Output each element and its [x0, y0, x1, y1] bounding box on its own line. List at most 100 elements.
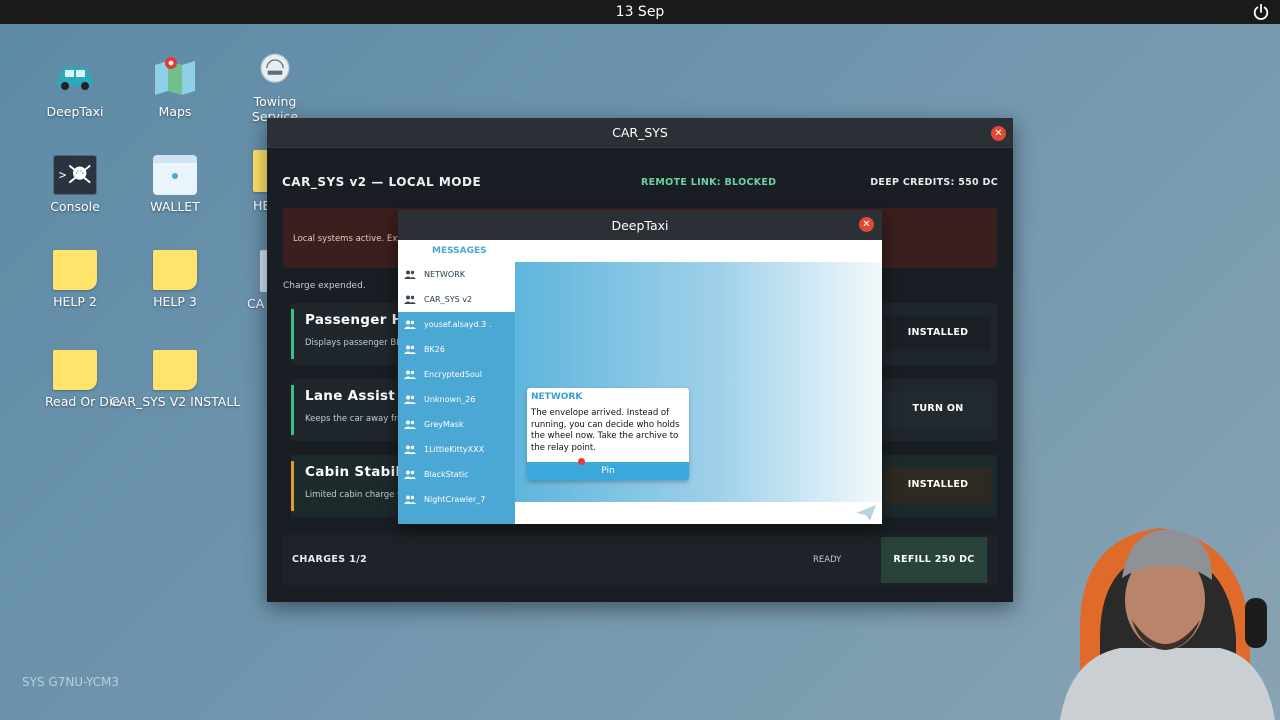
charge-status: Charge expended.: [283, 281, 366, 291]
close-icon[interactable]: ✕: [991, 126, 1006, 141]
module-accent-bar: [291, 385, 294, 435]
desktop-icon-console[interactable]: > Console: [25, 155, 125, 214]
desktop-icon-label: HELP 3: [153, 294, 197, 309]
contact-item[interactable]: BlackStatic: [398, 462, 515, 487]
car-sys-footer: CHARGES 1/2 READY REFILL 250 DC: [283, 535, 997, 585]
note-icon: [53, 250, 97, 290]
module-description: Displays passenger BF: [305, 338, 402, 348]
group-icon: [404, 395, 416, 404]
contact-name: yousef.alsayd.3 .: [424, 320, 492, 329]
contact-name: Unknown_26: [424, 395, 476, 404]
desktop-icon-label: Maps: [158, 104, 192, 119]
desktop-icon-label: DeepTaxi: [46, 104, 104, 119]
contact-name: BlackStatic: [424, 470, 469, 479]
group-icon: [404, 495, 416, 504]
contacts-sidebar: MESSAGES NETWORK CAR_SYS v2 yousef.alsayd.…: [398, 240, 515, 524]
module-accent-bar: [291, 461, 294, 511]
group-icon: [404, 420, 416, 429]
deeptaxi-titlebar[interactable]: DeepTaxi: [398, 210, 882, 240]
contact-item[interactable]: NETWORK: [398, 262, 515, 287]
taxi-icon: [57, 67, 93, 90]
module-description: Limited cabin charge t: [305, 490, 401, 500]
contact-item[interactable]: GreyMask: [398, 412, 515, 437]
contact-list: NETWORK CAR_SYS v2 yousef.alsayd.3 . BK26 En…: [398, 262, 515, 512]
ready-status: READY: [813, 555, 842, 565]
car-sys-heading: CAR_SYS v2 — LOCAL MODE: [282, 175, 482, 189]
messages-tab[interactable]: MESSAGES: [398, 240, 515, 262]
svg-text:>: >: [59, 168, 66, 182]
group-icon: [404, 445, 416, 454]
group-icon: [404, 270, 416, 279]
group-icon: [404, 370, 416, 379]
contact-item[interactable]: yousef.alsayd.3 .: [398, 312, 515, 337]
pin-icon: [578, 458, 585, 465]
charges-count: CHARGES 1/2: [292, 554, 368, 565]
contact-item[interactable]: Unknown_26: [398, 387, 515, 412]
contact-name: BK26: [424, 345, 445, 354]
deep-credits: DEEP CREDITS: 550 DC: [870, 177, 998, 188]
desktop-icon-deeptaxi[interactable]: DeepTaxi: [25, 56, 125, 119]
desktop-icon-help-2[interactable]: HELP 2: [25, 250, 125, 309]
desktop-icon-label-line1: Towing: [253, 94, 297, 109]
desktop-icon-wallet[interactable]: WALLET: [125, 155, 225, 214]
contact-item[interactable]: 1LittleKittyXXX: [398, 437, 515, 462]
desktop-icon-label: HE: [253, 198, 271, 213]
desktop-icon-label: WALLET: [150, 199, 200, 214]
remote-link-status: REMOTE LINK: BLOCKED: [641, 177, 777, 188]
desktop-icon-help[interactable]: HE: [231, 150, 271, 213]
desktop-icon-label: CAR_SYS V2 INSTALL: [110, 394, 241, 409]
pin-label: Pin: [601, 466, 615, 476]
module-title: Passenger He: [305, 312, 413, 328]
group-icon: [404, 470, 416, 479]
desktop-icon-car-sys[interactable]: CA: [225, 250, 267, 311]
contact-name: EncryptedSoul: [424, 370, 483, 379]
contact-item[interactable]: BK26: [398, 337, 515, 362]
note-icon: [153, 350, 197, 390]
module-installed-button[interactable]: INSTALLED: [885, 467, 991, 503]
pin-button[interactable]: Pin: [527, 458, 689, 480]
wallet-icon: [153, 155, 197, 195]
chat-header: [515, 240, 882, 262]
desktop-icon-label: CA: [247, 296, 265, 311]
desktop-icon-label: Console: [50, 199, 100, 214]
note-icon: [153, 250, 197, 290]
contact-name: 1LittleKittyXXX: [424, 445, 485, 454]
file-icon: [260, 250, 267, 292]
module-turn-on-button[interactable]: TURN ON: [885, 391, 991, 427]
send-icon[interactable]: [856, 505, 876, 521]
desktop-icon-car-sys-install[interactable]: CAR_SYS V2 INSTALL: [110, 350, 240, 409]
desktop-icon-label: HELP 2: [53, 294, 97, 309]
contact-item[interactable]: NightCrawler_7: [398, 487, 515, 512]
banner-text: Local systems active. Ext: [293, 234, 401, 244]
module-description: Keeps the car away fro: [305, 414, 403, 424]
contact-item[interactable]: CAR_SYS v2: [398, 287, 515, 312]
contact-name: GreyMask: [424, 420, 464, 429]
system-code: SYS G7NU-YCM3: [22, 675, 120, 689]
webcam-overlay: [1060, 528, 1275, 720]
module-title: Lane Assist A: [305, 388, 411, 404]
date-label: 13 Sep: [615, 4, 665, 20]
contact-item[interactable]: EncryptedSoul: [398, 362, 515, 387]
window-title: CAR_SYS: [612, 125, 668, 140]
group-icon: [404, 320, 416, 329]
contact-name: CAR_SYS v2: [424, 295, 473, 304]
deeptaxi-window: DeepTaxi ✕ MESSAGES NETWORK CAR_SYS v2 you…: [398, 210, 882, 524]
note-icon: [53, 350, 97, 390]
close-icon[interactable]: ✕: [859, 217, 874, 232]
message-input[interactable]: [515, 502, 882, 524]
contact-name: NETWORK: [424, 270, 465, 279]
message-text: The envelope arrived. Instead of running…: [531, 408, 680, 453]
module-installed-button[interactable]: INSTALLED: [885, 315, 991, 351]
power-icon[interactable]: [1252, 3, 1270, 21]
refill-button[interactable]: REFILL 250 DC: [881, 537, 987, 583]
desktop-icon-towing-service[interactable]: Towing Service: [225, 52, 325, 124]
window-title: DeepTaxi: [611, 217, 669, 233]
car-sys-titlebar[interactable]: CAR_SYS: [267, 118, 1013, 148]
desktop-icon-maps[interactable]: Maps: [125, 54, 225, 119]
message-sender: NETWORK: [531, 392, 583, 402]
top-bar: 13 Sep: [0, 0, 1280, 24]
map-icon: [155, 57, 195, 95]
console-skull-icon: >: [53, 155, 97, 195]
message-bubble: NETWORK The envelope arrived. Instead of…: [527, 388, 689, 480]
desktop-icon-help-3[interactable]: HELP 3: [125, 250, 225, 309]
